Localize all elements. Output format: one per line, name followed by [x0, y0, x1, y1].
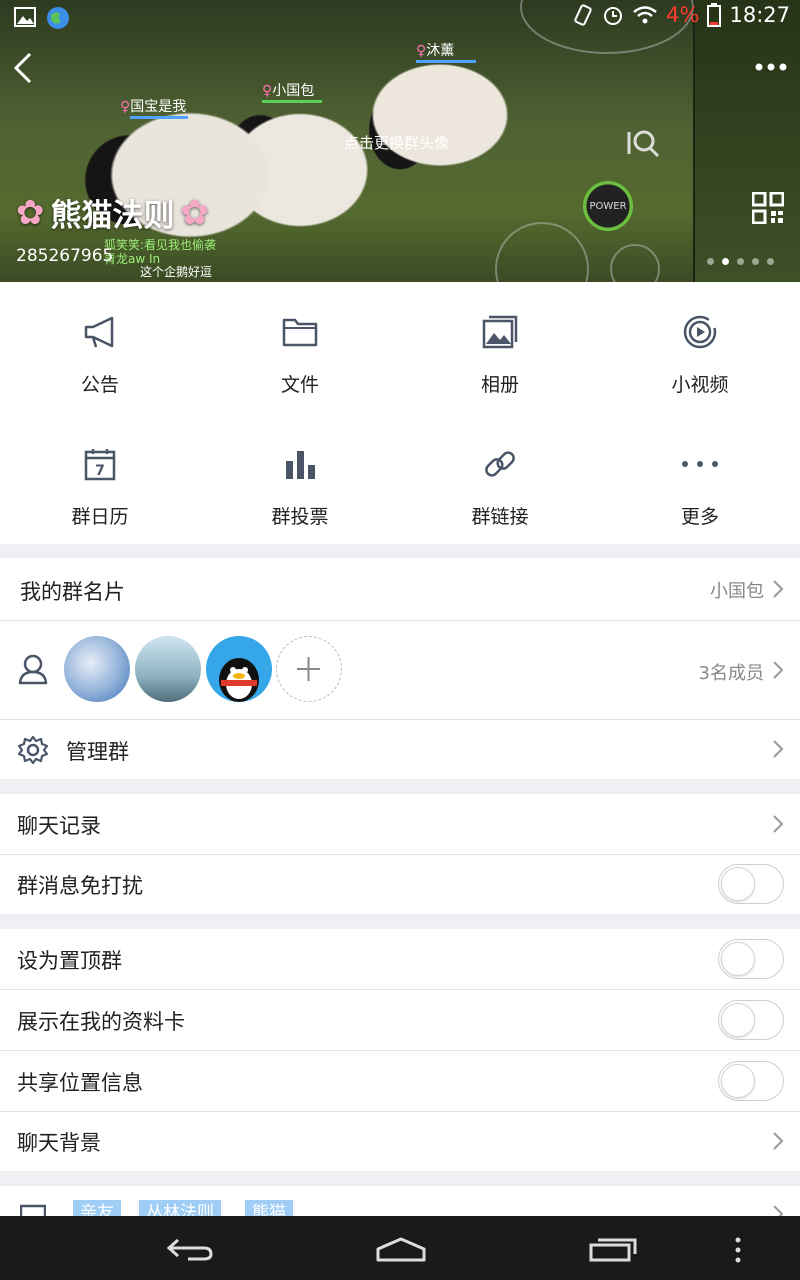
game-search-icon [627, 130, 660, 158]
chevron-right-icon [773, 580, 784, 598]
clock: 18:27 [729, 3, 790, 27]
game-player-label: ♀国宝是我 [120, 99, 187, 115]
chevron-right-icon [773, 740, 784, 758]
add-member-button[interactable] [276, 636, 342, 702]
member-avatar[interactable] [135, 636, 201, 702]
show-on-profile-row: 展示在我的资料卡 [0, 990, 800, 1050]
my-group-card-row[interactable]: 我的群名片 小国包 [0, 558, 800, 620]
game-joystick-ring [495, 222, 589, 282]
show-on-profile-toggle[interactable] [718, 1000, 784, 1040]
hp-bar [130, 116, 188, 119]
grid-item-files[interactable]: 文件 [200, 312, 400, 397]
hp-bar [416, 60, 476, 63]
chat-background-label: 聊天背景 [17, 1131, 101, 1155]
manage-group-label: 管理群 [66, 740, 129, 764]
game-player-label: ♀沐薰 [416, 43, 455, 59]
pin-group-toggle[interactable] [718, 939, 784, 979]
function-grid: 公告 文件 相册 小视频 7 群日历 群投票 群链接 更多 [0, 282, 800, 544]
gear-icon [18, 735, 48, 765]
megaphone-icon [84, 316, 114, 348]
vibrate-icon [574, 4, 592, 26]
dnd-toggle[interactable] [718, 864, 784, 904]
pin-group-label: 设为置顶群 [17, 949, 122, 973]
member-avatar[interactable] [64, 636, 130, 702]
album-icon [482, 315, 518, 349]
game-power-button: POWER [583, 181, 633, 231]
member-count: 3名成员 [698, 663, 764, 684]
svg-text:7: 7 [95, 463, 105, 479]
show-on-profile-label: 展示在我的资料卡 [17, 1010, 185, 1034]
chat-background-row[interactable]: 聊天背景 [0, 1112, 800, 1171]
members-icon [18, 654, 48, 685]
carousel-indicator [707, 258, 774, 265]
more-options-icon[interactable] [754, 60, 788, 74]
menu-nav-icon[interactable] [733, 1236, 743, 1264]
grid-item-link[interactable]: 群链接 [400, 444, 600, 529]
chevron-right-icon [773, 815, 784, 833]
manage-group-row[interactable]: 管理群 [0, 720, 800, 779]
game-chat-line: 这个企鹅好逗 [140, 265, 213, 279]
wifi-icon [633, 6, 657, 24]
gallery-notification-icon [14, 7, 36, 27]
grid-item-calendar[interactable]: 7 群日历 [0, 444, 200, 529]
recent-apps-icon[interactable] [588, 1236, 638, 1262]
more-icon [682, 461, 718, 467]
home-nav-icon[interactable] [375, 1236, 427, 1262]
game-button-ring [610, 244, 660, 282]
grid-item-vote[interactable]: 群投票 [200, 444, 400, 529]
change-avatar-hint[interactable]: 点击更换群头像 [344, 132, 449, 153]
plus-icon [297, 657, 320, 681]
share-location-row: 共享位置信息 [0, 1051, 800, 1111]
my-group-card-value: 小国包 [710, 581, 764, 602]
my-group-card-label: 我的群名片 [20, 580, 125, 604]
qr-code-icon[interactable] [752, 192, 784, 224]
chevron-right-icon [773, 1132, 784, 1150]
folder-icon [282, 318, 318, 347]
back-arrow-icon[interactable] [10, 50, 40, 86]
video-icon [683, 315, 717, 349]
grid-item-announcement[interactable]: 公告 [0, 312, 200, 397]
chevron-right-icon [773, 661, 784, 679]
status-bar: 4% 18:27 [0, 0, 800, 36]
android-nav-bar [0, 1216, 800, 1280]
hp-bar [262, 100, 322, 103]
grid-item-album[interactable]: 相册 [400, 312, 600, 397]
battery-icon [707, 3, 722, 27]
game-player-label: ♀小国包 [262, 83, 315, 99]
pin-group-row: 设为置顶群 [0, 929, 800, 989]
calendar-icon: 7 [84, 449, 116, 481]
group-name: ✿ 熊猫法则 ✿ [16, 192, 210, 235]
member-avatar-penguin[interactable] [206, 636, 272, 702]
vote-chart-icon [286, 451, 315, 479]
share-location-toggle[interactable] [718, 1061, 784, 1101]
group-header[interactable]: ♀沐薰 ♀国宝是我 ♀小国包 狐笑笑:看见我也偷袭 青龙aw In 这个企鹅好逗… [0, 0, 800, 282]
chat-history-label: 聊天记录 [17, 814, 101, 838]
chat-history-row[interactable]: 聊天记录 [0, 794, 800, 854]
dnd-label: 群消息免打扰 [17, 874, 143, 898]
penguin-avatar-icon [219, 658, 259, 702]
grid-item-short-video[interactable]: 小视频 [600, 312, 800, 397]
flower-icon: ✿ [180, 192, 210, 233]
link-icon [485, 451, 515, 477]
alarm-icon [604, 7, 623, 25]
browser-notification-icon [47, 7, 69, 29]
group-number: 285267965 [16, 246, 114, 266]
flower-icon: ✿ [16, 192, 45, 233]
grid-item-more[interactable]: 更多 [600, 444, 800, 529]
back-nav-icon[interactable] [166, 1236, 214, 1262]
header-side-panel [693, 0, 800, 282]
battery-percent: 4% [666, 3, 700, 27]
dnd-row: 群消息免打扰 [0, 855, 800, 914]
share-location-label: 共享位置信息 [17, 1071, 143, 1095]
